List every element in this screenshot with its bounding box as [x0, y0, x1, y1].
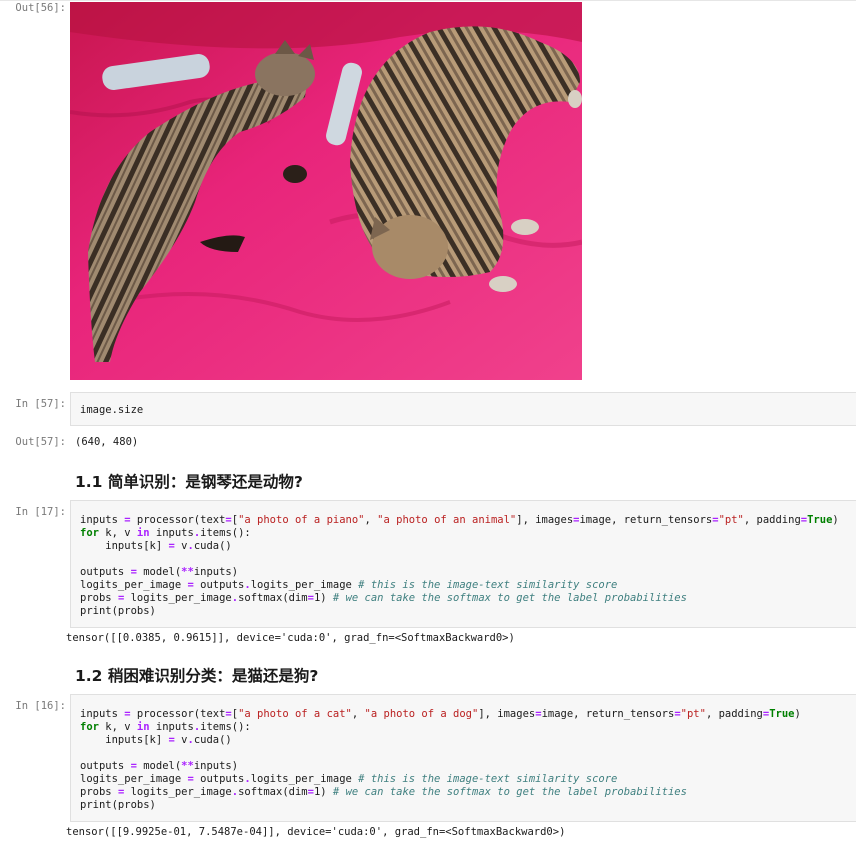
section-heading-1-1: 1.1 简单识别：是钢琴还是动物?: [75, 473, 303, 491]
code-cell-17[interactable]: inputs = processor(text=["a photo of a p…: [70, 500, 856, 628]
output-prompt-57: Out[57]:: [15, 436, 66, 448]
output-text-57: (640, 480): [75, 436, 139, 448]
section-heading-1-2: 1.2 稍困难识别分类：是猫还是狗?: [75, 667, 319, 685]
code-line: inputs[k] = v.cuda(): [80, 734, 232, 746]
code-line: inputs = processor(text=["a photo of a p…: [80, 514, 839, 526]
code-line: inputs = processor(text=["a photo of a c…: [80, 708, 801, 720]
code-line: inputs[k] = v.cuda(): [80, 540, 232, 552]
output-prompt-56: Out[56]:: [15, 2, 66, 14]
code-line: image.size: [80, 404, 144, 416]
code-line: probs = logits_per_image.softmax(dim=1) …: [80, 592, 687, 604]
code-cell-57[interactable]: image.size: [70, 392, 856, 426]
input-prompt-16: In [16]:: [15, 700, 66, 712]
code-line: for k, v in inputs.items():: [80, 527, 251, 539]
input-prompt-57: In [57]:: [15, 398, 66, 410]
code-line: print(probs): [80, 605, 156, 617]
code-line: for k, v in inputs.items():: [80, 721, 251, 733]
cats-image-output[interactable]: [70, 2, 582, 380]
cats-photo: [70, 2, 582, 380]
output-text-16: tensor([[9.9925e-01, 7.5487e-04]], devic…: [66, 826, 566, 838]
input-prompt-17: In [17]:: [15, 506, 66, 518]
output-text-17: tensor([[0.0385, 0.9615]], device='cuda:…: [66, 632, 515, 644]
notebook-top-border: [0, 0, 856, 1]
code-line: print(probs): [80, 799, 156, 811]
code-line: outputs = model(**inputs): [80, 566, 239, 578]
code-line: probs = logits_per_image.softmax(dim=1) …: [80, 786, 687, 798]
code-line: logits_per_image = outputs.logits_per_im…: [80, 579, 618, 591]
code-cell-16[interactable]: inputs = processor(text=["a photo of a c…: [70, 694, 856, 822]
code-line: outputs = model(**inputs): [80, 760, 239, 772]
code-line: logits_per_image = outputs.logits_per_im…: [80, 773, 618, 785]
